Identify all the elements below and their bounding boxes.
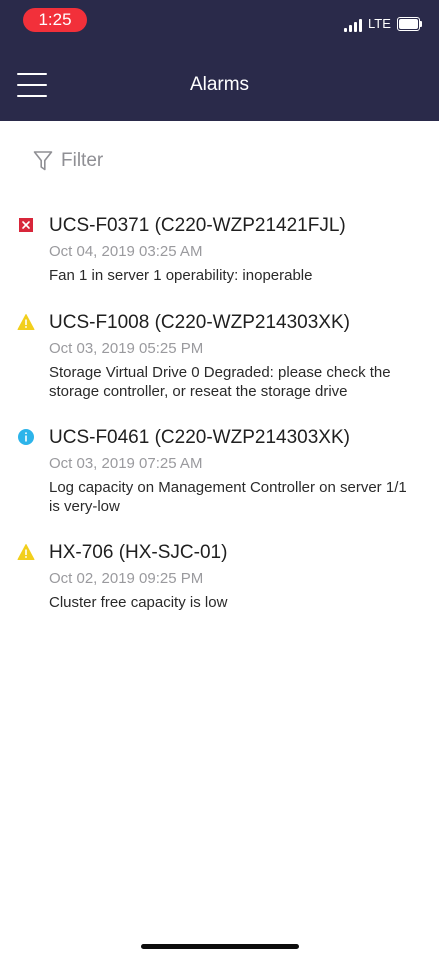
info-circle-icon	[18, 429, 34, 445]
alarm-timestamp: Oct 03, 2019 05:25 PM	[49, 340, 204, 357]
warning-triangle-icon	[17, 544, 35, 560]
filter-label: Filter	[61, 150, 104, 171]
alarm-timestamp: Oct 02, 2019 09:25 PM	[49, 570, 204, 587]
alarm-item[interactable]: UCS-F0461 (C220-WZP214303XK) Oct 03, 201…	[0, 428, 439, 518]
alarm-title: UCS-F0461 (C220-WZP214303XK)	[49, 427, 350, 448]
alarm-description: Cluster free capacity is low	[49, 594, 228, 611]
alarm-title: UCS-F0371 (C220-WZP21421FJL)	[49, 215, 346, 236]
filter-funnel-icon	[33, 151, 53, 171]
app-header: 1:25 LTE Alarms	[0, 0, 439, 121]
status-time: 1:25	[23, 8, 87, 32]
home-indicator[interactable]	[141, 944, 299, 949]
alarm-title: UCS-F1008 (C220-WZP214303XK)	[49, 312, 350, 333]
warning-triangle-icon	[17, 314, 35, 330]
alarm-item[interactable]: HX-706 (HX-SJC-01) Oct 02, 2019 09:25 PM…	[0, 543, 439, 613]
network-type-label: LTE	[368, 16, 391, 31]
signal-strength-icon	[344, 16, 364, 32]
alarm-title: HX-706 (HX-SJC-01)	[49, 542, 228, 563]
alarm-description: Storage Virtual Drive 0 Degraded: please…	[49, 364, 391, 400]
alarm-description: Fan 1 in server 1 operability: inoperabl…	[49, 267, 313, 284]
critical-x-icon	[19, 218, 33, 232]
alarm-item[interactable]: UCS-F0371 (C220-WZP21421FJL) Oct 04, 201…	[0, 216, 439, 286]
page-title: Alarms	[189, 74, 250, 95]
alarm-timestamp: Oct 04, 2019 03:25 AM	[49, 243, 203, 260]
alarm-item[interactable]: UCS-F1008 (C220-WZP214303XK) Oct 03, 201…	[0, 313, 439, 403]
alarm-timestamp: Oct 03, 2019 07:25 AM	[49, 455, 203, 472]
filter-button[interactable]: Filter	[33, 149, 103, 173]
alarm-description: Log capacity on Management Controller on…	[49, 479, 407, 515]
battery-icon	[397, 17, 422, 31]
